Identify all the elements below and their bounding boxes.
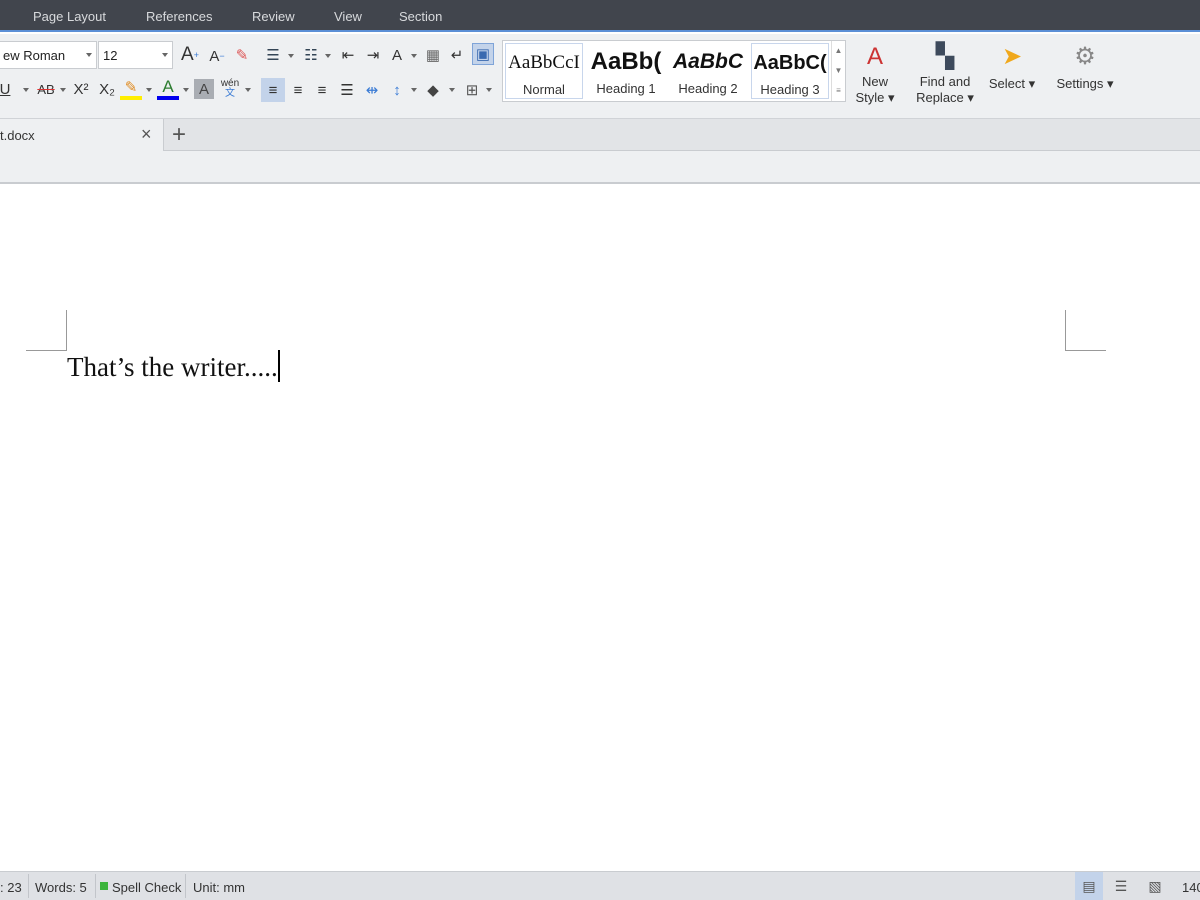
superscript-button[interactable]: X² [70, 78, 92, 100]
page-view-icon[interactable]: ▤ [1075, 872, 1103, 900]
character-spacing-icon[interactable]: A [386, 44, 408, 66]
font-name-select[interactable]: ew Roman [0, 41, 97, 69]
text-caret [277, 350, 280, 382]
document-tab[interactable]: t.docx × [0, 119, 164, 151]
line-spacing-icon[interactable]: ↕ [386, 79, 408, 101]
spell-check[interactable]: Spell Check [112, 880, 181, 895]
text-box-icon[interactable]: ▣ [472, 43, 494, 65]
decrease-indent-icon[interactable]: ⇤ [337, 44, 359, 66]
distributed-icon[interactable]: ⇹ [361, 79, 383, 101]
subscript-button[interactable]: X₂ [96, 78, 118, 100]
close-tab-icon[interactable]: × [141, 124, 152, 145]
numbered-list-icon[interactable]: ☷ [300, 44, 322, 66]
justify-icon[interactable]: ☰ [336, 79, 358, 101]
style-heading-1[interactable]: AaBb(Heading 1 [587, 43, 665, 99]
bullet-list-icon[interactable]: ☰ [262, 44, 284, 66]
outline-view-icon[interactable]: ☰ [1107, 872, 1135, 900]
web-view-icon[interactable]: ▧ [1141, 872, 1169, 900]
align-right-icon[interactable]: ≡ [311, 79, 333, 101]
new-tab-icon[interactable]: + [172, 121, 186, 149]
style-normal[interactable]: AaBbCcI Normal [505, 43, 583, 99]
font-name-value: ew Roman [3, 48, 66, 63]
settings-icon: ⚙ [1074, 43, 1096, 70]
document-page[interactable] [0, 185, 1200, 871]
zoom-level[interactable]: 140 [1182, 880, 1200, 895]
status-bar: : 23 Words: 5 Spell Check Unit: mm ▤ ☰ ▧… [0, 871, 1200, 900]
cursor-icon: ➤ [1001, 43, 1023, 70]
shrink-font-icon[interactable]: A − [206, 45, 228, 67]
align-center-icon[interactable]: ≡ [287, 79, 309, 101]
gallery-expand[interactable]: ≡ [831, 81, 845, 101]
menu-bar: Page Layout References Review View Secti… [0, 0, 1200, 32]
increase-indent-icon[interactable]: ⇥ [362, 44, 384, 66]
menu-references[interactable]: References [146, 9, 212, 24]
align-left-icon[interactable]: ≡ [261, 78, 285, 102]
new-style-icon: A [866, 43, 883, 70]
document-tab-bar: t.docx × + [0, 119, 1200, 151]
menu-page-layout[interactable]: Page Layout [33, 9, 106, 24]
grow-font-icon[interactable]: A + [179, 44, 201, 66]
font-size-select[interactable]: 12 [98, 41, 173, 69]
select-button[interactable]: ➤ Select ▾ [984, 42, 1040, 92]
spell-check-status-icon [100, 882, 108, 890]
font-size-value: 12 [103, 48, 118, 63]
paragraph-shading-icon[interactable]: ◆ [422, 79, 444, 101]
binoculars-icon: ▚ [935, 43, 955, 70]
style-heading-2[interactable]: AaBbC Heading 2 [669, 43, 747, 99]
character-shading-icon[interactable]: A [194, 79, 214, 99]
phonetic-guide-icon[interactable]: wén 文 [219, 78, 241, 100]
find-replace-button[interactable]: ▚ Find and Replace ▾ [910, 42, 980, 106]
menu-view[interactable]: View [334, 9, 362, 24]
settings-button[interactable]: ⚙ Settings ▾ [1050, 42, 1120, 92]
document-text[interactable]: That’s the writer..... [67, 350, 280, 383]
gallery-scroll-down[interactable]: ▼ [831, 61, 845, 81]
unit-indicator[interactable]: Unit: mm [193, 880, 245, 895]
strikethrough-button[interactable]: AB [33, 78, 59, 100]
menu-review[interactable]: Review [252, 9, 295, 24]
font-color-icon[interactable]: A [157, 77, 179, 100]
paragraph-mark-icon[interactable]: ↵ [446, 44, 468, 66]
new-style-button[interactable]: A New Style ▾ [852, 42, 898, 106]
word-count[interactable]: Words: 5 [35, 880, 87, 895]
table-icon[interactable]: ▦ [422, 44, 444, 66]
character-count: : 23 [0, 880, 22, 895]
margin-corner-right [1065, 310, 1106, 351]
style-heading-3[interactable]: AaBbC(Heading 3 [751, 43, 829, 99]
ruler-area [0, 151, 1200, 184]
gallery-scroll-up[interactable]: ▲ [831, 41, 845, 61]
margin-corner-left [26, 310, 67, 351]
styles-gallery: AaBbCcI Normal AaBb(Heading 1 AaBbC Headin… [502, 40, 846, 102]
menu-section[interactable]: Section [399, 9, 442, 24]
highlight-icon[interactable]: ✎ [120, 78, 142, 100]
borders-icon[interactable]: ⊞ [461, 79, 483, 101]
document-tab-title: t.docx [0, 128, 35, 143]
underline-button[interactable]: U [0, 78, 16, 100]
clear-format-icon[interactable]: ✎ [231, 44, 253, 66]
